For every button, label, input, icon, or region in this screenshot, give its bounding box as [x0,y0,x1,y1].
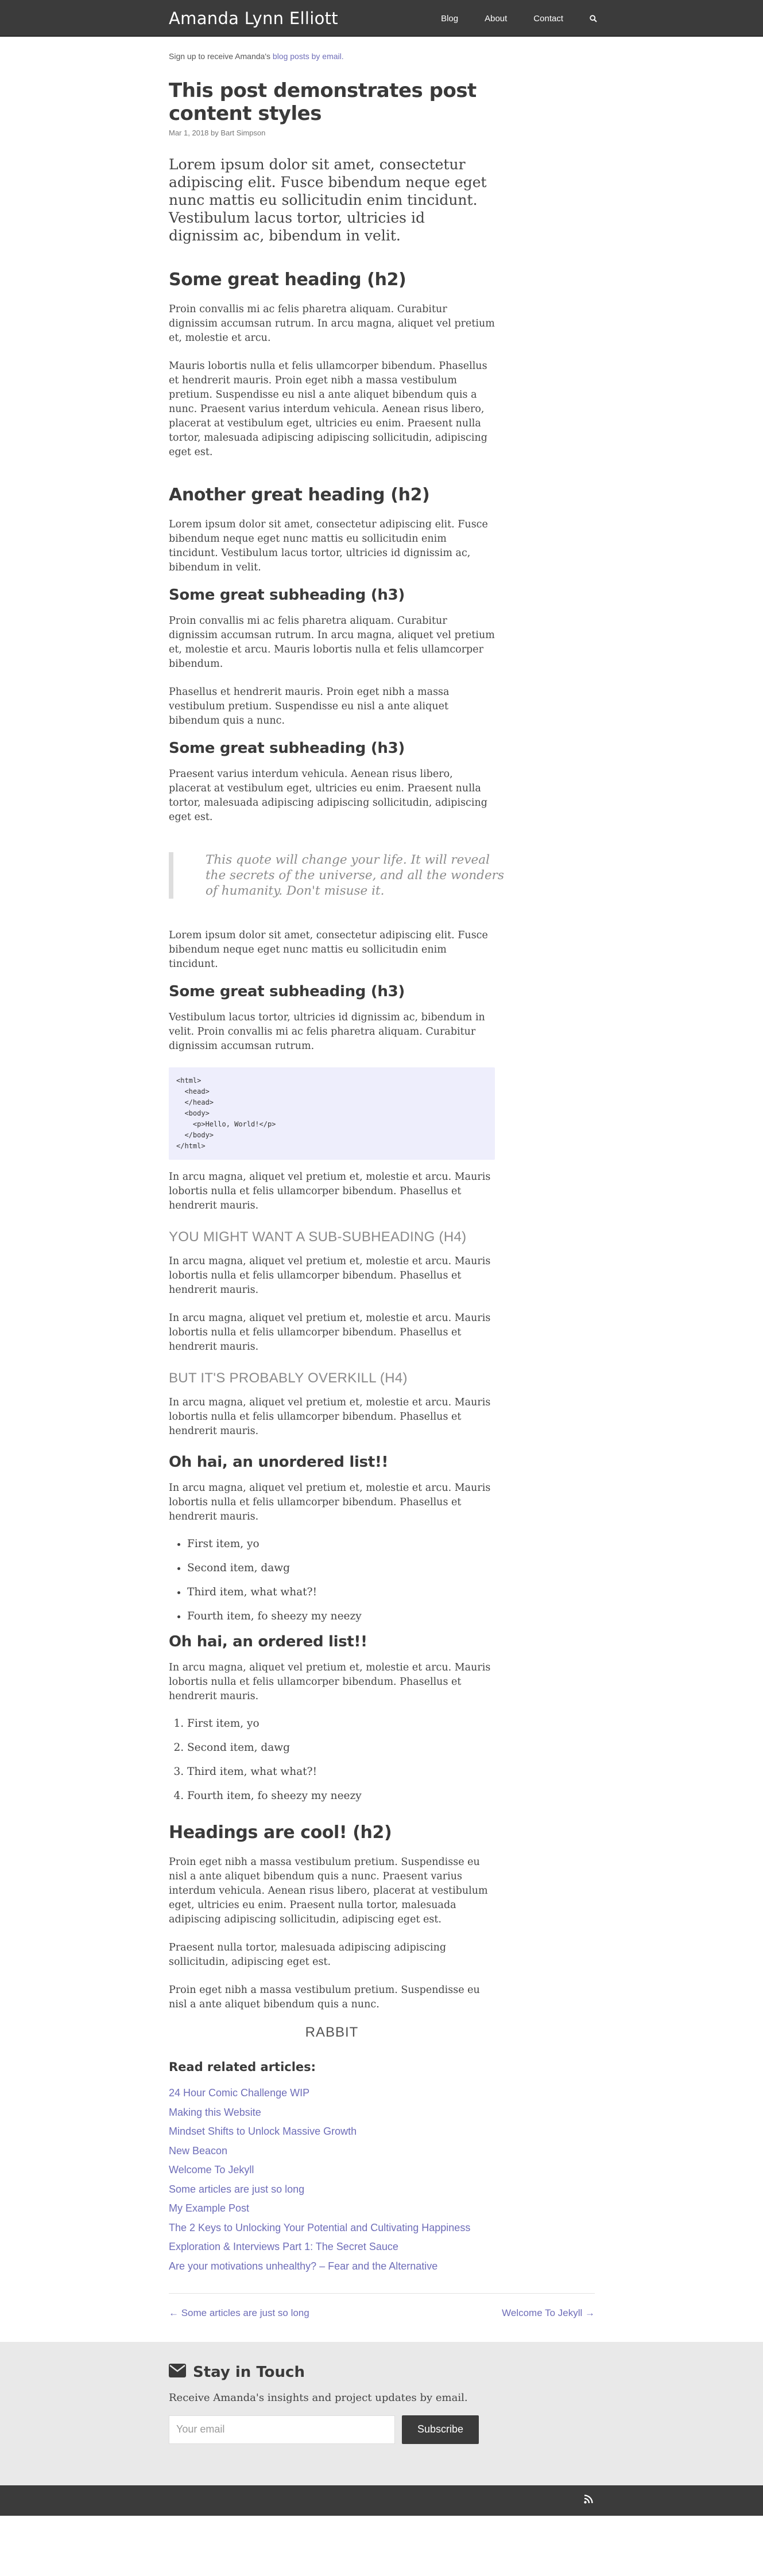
subscribe-button[interactable]: Subscribe [402,2415,479,2444]
related-link[interactable]: My Example Post [169,2202,495,2214]
signup-line: Sign up to receive Amanda's blog posts b… [169,52,495,61]
paragraph-11: In arcu magna, aliquet vel pretium et, m… [169,1312,491,1353]
subscribe-footer: Stay in Touch Receive Amanda's insights … [0,2341,763,2485]
paragraph-13: In arcu magna, aliquet vel pretium et, m… [169,1482,491,1522]
list-item: Second item, dawg [187,1740,495,1755]
unordered-list: First item, yo Second item, dawg Third i… [187,1537,495,1623]
nav-about-link[interactable]: About [485,14,507,24]
list-item: Fourth item, fo sheezy my neezy [187,1789,495,1803]
signup-text: Sign up to receive Amanda's [169,52,273,61]
list-item: First item, yo [187,1537,495,1551]
stay-in-touch-description: Receive Amanda's insights and project up… [169,2391,468,2404]
next-post-link[interactable]: Welcome To Jekyll → [502,2307,595,2319]
list-item: Third item, what what?! [187,1765,495,1779]
heading-h3-2: Some great subheading (h3) [169,740,405,757]
paragraph-4: Proin convallis mi ac felis pharetra ali… [169,615,495,670]
paragraph-17: Proin eget nibh a massa vestibulum preti… [169,1984,480,2010]
related-link[interactable]: Welcome To Jekyll [169,2163,495,2176]
related-link[interactable]: Are your motivations unhealthy? – Fear a… [169,2260,495,2272]
envelope-icon [169,2363,186,2381]
paragraph-6: Praesent varius interdum vehicula. Aenea… [169,768,487,823]
post-title: This post demonstrates post content styl… [169,79,477,125]
heading-h3-3: Some great subheading (h3) [169,983,405,1000]
main-content: Sign up to receive Amanda's blog posts b… [169,52,760,2319]
signup-link[interactable]: blog posts by email. [273,52,344,61]
list-item: Second item, dawg [187,1561,495,1575]
related-title: Read related articles: [169,2060,316,2074]
related-link[interactable]: Exploration & Interviews Part 1: The Sec… [169,2240,495,2253]
heading-unordered-list: Oh hai, an unordered list!! [169,1454,389,1471]
main-nav: Blog About Contact [441,14,597,24]
pager-divider [169,2293,595,2294]
post-meta: Mar 1, 2018 by Bart Simpson [169,129,266,137]
related-link[interactable]: The 2 Keys to Unlocking Your Potential a… [169,2221,495,2234]
post-pager: ← Some articles are just so long Welcome… [169,2307,595,2319]
navbar-inner: Amanda Lynn Elliott Blog About Contact [169,0,605,37]
heading-ordered-list: Oh hai, an ordered list!! [169,1633,367,1650]
list-item: Third item, what what?! [187,1585,495,1599]
paragraph-14: In arcu magna, aliquet vel pretium et, m… [169,1662,491,1702]
nav-contact-link[interactable]: Contact [533,14,563,24]
rabbit-text: RABBIT [305,2025,359,2040]
paragraph-2: Mauris lobortis nulla et felis ullamcorp… [169,360,487,458]
heading-h4-2: BUT IT'S PROBABLY OVERKILL (H4) [169,1370,408,1386]
paragraph-5: Phasellus et hendrerit mauris. Proin ege… [169,686,450,726]
related-link[interactable]: Making this Website [169,2106,495,2119]
paragraph-9: In arcu magna, aliquet vel pretium et, m… [169,1171,491,1211]
heading-h2-1: Some great heading (h2) [169,270,406,290]
heading-h3-1: Some great subheading (h3) [169,586,405,604]
paragraph-12: In arcu magna, aliquet vel pretium et, m… [169,1397,491,1437]
heading-h4-1: YOU MIGHT WANT A SUB-SUBHEADING (H4) [169,1229,467,1245]
paragraph-10: In arcu magna, aliquet vel pretium et, m… [169,1256,491,1296]
blockquote: This quote will change your life. It wil… [169,852,504,899]
related-articles-list: 24 Hour Comic Challenge WIP Making this … [169,2087,495,2272]
list-item: First item, yo [187,1716,495,1731]
post-column: Sign up to receive Amanda's blog posts b… [169,52,504,2272]
stay-in-touch-heading: Stay in Touch [169,2363,763,2381]
quote-text: This quote will change your life. It wil… [206,853,504,898]
paragraph-15: Proin eget nibh a massa vestibulum preti… [169,1856,488,1925]
site-brand[interactable]: Amanda Lynn Elliott [169,9,338,28]
related-link[interactable]: Mindset Shifts to Unlock Massive Growth [169,2125,495,2138]
paragraph-3: Lorem ipsum dolor sit amet, consectetur … [169,519,488,573]
rss-icon[interactable] [584,2495,593,2506]
ordered-list: First item, yo Second item, dawg Third i… [187,1716,495,1803]
paragraph-16: Praesent nulla tortor, malesuada adipisc… [169,1942,447,1968]
stay-in-touch-title: Stay in Touch [193,2364,305,2381]
related-link[interactable]: Some articles are just so long [169,2183,495,2196]
paragraph-8: Vestibulum lacus tortor, ultricies id di… [169,1012,485,1052]
subscribe-form: Subscribe [169,2415,763,2444]
related-link[interactable]: 24 Hour Comic Challenge WIP [169,2087,495,2099]
search-icon[interactable] [590,14,597,22]
list-item: Fourth item, fo sheezy my neezy [187,1609,495,1623]
lead-paragraph: Lorem ipsum dolor sit amet, consectetur … [169,156,487,244]
code-block: <html> <head> </head> <body> <p>Hello, W… [169,1067,495,1160]
bottom-bar [0,2485,763,2516]
heading-h2-2: Another great heading (h2) [169,485,430,505]
email-field[interactable] [169,2415,395,2444]
heading-h2-3: Headings are cool! (h2) [169,1823,392,1843]
previous-post-link[interactable]: ← Some articles are just so long [169,2307,309,2319]
footer-inner: Stay in Touch Receive Amanda's insights … [169,2342,763,2444]
top-navbar: Amanda Lynn Elliott Blog About Contact [0,0,763,37]
paragraph-1: Proin convallis mi ac felis pharetra ali… [169,304,495,344]
nav-blog-link[interactable]: Blog [441,14,458,24]
paragraph-7: Lorem ipsum dolor sit amet, consectetur … [169,930,488,970]
related-link[interactable]: New Beacon [169,2144,495,2157]
